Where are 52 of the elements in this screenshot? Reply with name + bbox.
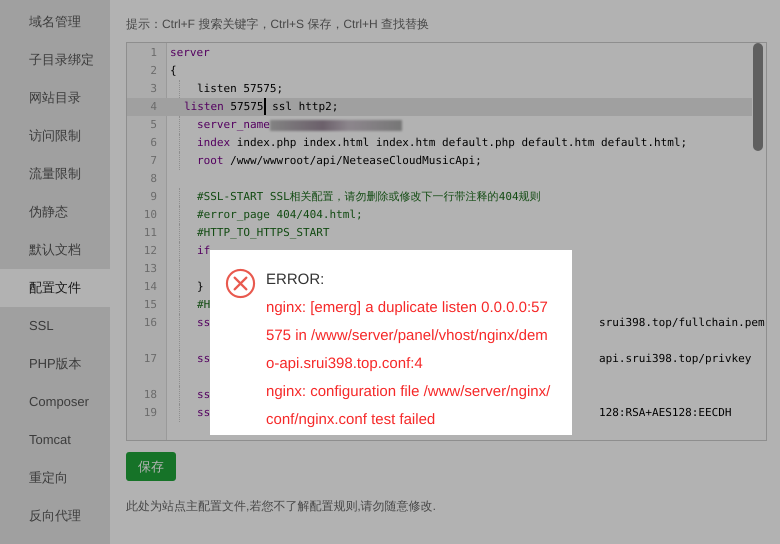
code-text: #error_page 404/404.html; bbox=[197, 207, 363, 223]
line-number: 3 bbox=[149, 81, 157, 97]
code-text: ss bbox=[197, 315, 210, 331]
code-text: #H bbox=[197, 297, 210, 313]
code-text: ss bbox=[197, 387, 210, 403]
line-number: 15 bbox=[142, 297, 157, 313]
code-text: if bbox=[197, 243, 210, 259]
line-number: 5 bbox=[149, 117, 157, 133]
code-text: index bbox=[197, 135, 230, 151]
code-text: srui398.top/fullchain.pem bbox=[599, 315, 765, 331]
code-text: listen bbox=[184, 99, 224, 115]
code-text: root bbox=[197, 153, 224, 169]
code-text: ssl http2; bbox=[271, 99, 338, 115]
line-number: 9 bbox=[149, 189, 157, 205]
code-text: #HTTP_TO_HTTPS_START bbox=[197, 225, 330, 241]
line-number: 14 bbox=[142, 279, 157, 295]
code-text: api.srui398.top/privkey bbox=[599, 351, 752, 367]
code-text: { bbox=[170, 63, 177, 79]
note-text: 此处为站点主配置文件,若您不了解配置规则,请勿随意修改. bbox=[126, 498, 438, 515]
error-icon bbox=[225, 268, 256, 299]
line-number: 6 bbox=[149, 135, 157, 151]
code-editor[interactable] bbox=[126, 42, 767, 441]
text-cursor bbox=[264, 98, 266, 115]
line-number: 2 bbox=[149, 63, 157, 79]
line-number: 18 bbox=[142, 387, 157, 403]
line-number: 1 bbox=[149, 45, 157, 61]
dialog-title: ERROR: bbox=[266, 270, 326, 290]
line-number: 19 bbox=[142, 405, 157, 421]
code-text: } bbox=[197, 279, 204, 295]
line-number: 17 bbox=[142, 351, 157, 367]
line-number: 13 bbox=[142, 261, 157, 277]
line-number: 12 bbox=[142, 243, 157, 259]
sidebar-item[interactable]: 配置文件 bbox=[0, 269, 110, 307]
line-number: 11 bbox=[142, 225, 157, 241]
line-number: 10 bbox=[142, 207, 157, 223]
code-text: server bbox=[170, 45, 210, 61]
code-text: ss bbox=[197, 405, 210, 421]
line-number: 16 bbox=[142, 315, 157, 331]
line-number: 7 bbox=[149, 153, 157, 169]
code-text: server_name bbox=[197, 117, 270, 133]
code-text: ss bbox=[197, 351, 210, 367]
line-number: 8 bbox=[149, 171, 157, 187]
code-text: /www/wwwroot/api/NeteaseCloudMusicApi; bbox=[229, 153, 482, 169]
save-button[interactable]: 保存 bbox=[126, 452, 176, 481]
scrollbar-thumb[interactable] bbox=[753, 43, 763, 151]
code-text: #SSL-START SSL相关配置，请勿删除或修改下一行带注释的404规则 bbox=[197, 189, 541, 205]
error-message: nginx: configuration file /www/server/nginx/conf/nginx.conf test failed bbox=[266, 382, 552, 430]
code-text: 57575 bbox=[229, 99, 264, 115]
hint-text: 提示：Ctrl+F 搜索关键字，Ctrl+S 保存，Ctrl+H 查找替换 bbox=[126, 16, 430, 33]
code-text: listen 57575; bbox=[197, 81, 284, 97]
code-text: index.php index.html index.htm default.php default.htm default.html; bbox=[236, 135, 688, 151]
code-text: 128:RSA+AES128:EECDH bbox=[599, 405, 732, 421]
